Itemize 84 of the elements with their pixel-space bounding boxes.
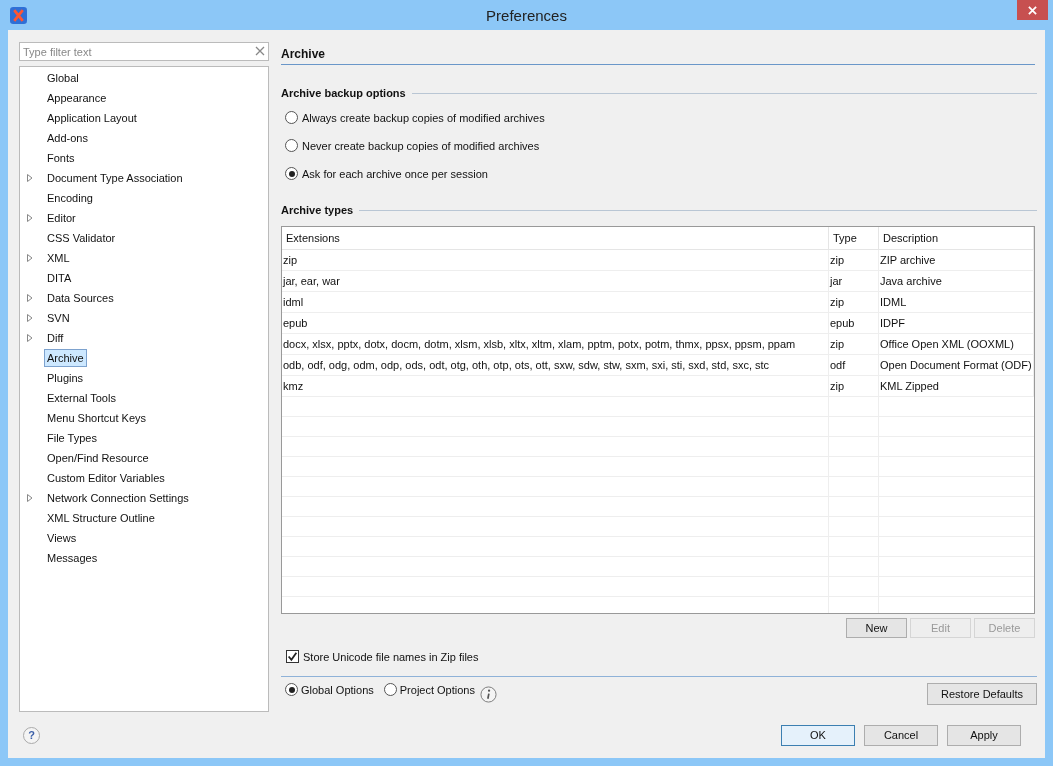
tree-item[interactable]: Encoding bbox=[44, 189, 96, 207]
table-cell: KML Zipped bbox=[879, 376, 1034, 396]
tree-item[interactable]: Archive bbox=[44, 349, 87, 367]
tree-item[interactable]: SVN bbox=[44, 309, 73, 327]
radio-icon[interactable] bbox=[285, 111, 298, 124]
section-heading: Archive types bbox=[281, 204, 354, 216]
expand-arrow-icon[interactable] bbox=[27, 214, 33, 222]
table-cell: epub bbox=[282, 313, 829, 333]
radio-icon[interactable] bbox=[285, 683, 298, 696]
tree-item[interactable]: CSS Validator bbox=[44, 229, 119, 247]
dialog-button[interactable]: OK bbox=[781, 724, 855, 746]
tree-item[interactable]: Messages bbox=[44, 549, 101, 567]
tree-item[interactable]: Editor bbox=[44, 209, 79, 227]
window-title: Preferences bbox=[485, 6, 568, 24]
expand-arrow-icon[interactable] bbox=[27, 254, 33, 262]
table-cell: Office Open XML (OOXML) bbox=[879, 334, 1034, 354]
restore-defaults-button[interactable]: Restore Defaults bbox=[927, 683, 1037, 705]
expand-arrow-icon[interactable] bbox=[27, 494, 33, 502]
table-action-button[interactable]: New bbox=[846, 618, 907, 638]
tree-item[interactable]: Network Connection Settings bbox=[44, 489, 192, 507]
radio-option[interactable]: Project Options bbox=[383, 683, 475, 696]
tree-item[interactable]: Custom Editor Variables bbox=[44, 469, 168, 487]
tree-item[interactable]: Menu Shortcut Keys bbox=[44, 409, 150, 427]
app-logo-icon bbox=[10, 6, 27, 24]
table-cell: kmz bbox=[282, 376, 829, 396]
table-cell: docx, xlsx, pptx, dotx, docm, dotm, xlsm, xlsb, xltx, xltm, xlam, pptm, potx, potm, thmx, ppsx, ppsm, ppam bbox=[282, 334, 829, 354]
expand-arrow-icon[interactable] bbox=[27, 174, 33, 182]
tree-item[interactable]: Add-ons bbox=[44, 129, 91, 147]
table-cell: zip bbox=[829, 250, 879, 270]
column-header[interactable]: Description bbox=[879, 227, 1034, 249]
close-icon bbox=[1028, 5, 1037, 15]
tree-item[interactable]: XML bbox=[44, 249, 73, 267]
tree-item[interactable]: External Tools bbox=[44, 389, 119, 407]
tree-item[interactable]: DITA bbox=[44, 269, 75, 287]
table-cell: idml bbox=[282, 292, 829, 312]
column-header[interactable]: Extensions bbox=[282, 227, 829, 249]
radio-icon[interactable] bbox=[383, 683, 397, 696]
filter-field[interactable]: Type filter text bbox=[19, 42, 269, 61]
radio-option[interactable]: Global Options bbox=[285, 683, 374, 696]
tree-item[interactable]: Views bbox=[44, 529, 80, 547]
clear-icon[interactable] bbox=[255, 46, 265, 56]
expand-arrow-icon[interactable] bbox=[27, 314, 33, 322]
tree-item[interactable]: Open/Find Resource bbox=[44, 449, 152, 467]
expand-arrow-icon[interactable] bbox=[27, 294, 33, 302]
tree-item[interactable]: Application Layout bbox=[44, 109, 140, 127]
table-cell: zip bbox=[829, 334, 879, 354]
tree-item[interactable]: Appearance bbox=[44, 89, 110, 107]
expand-arrow-icon[interactable] bbox=[27, 334, 33, 342]
table-cell: jar, ear, war bbox=[282, 271, 829, 291]
table-cell: odb, odf, odg, odm, odp, ods, odt, otg, oth, otp, ots, ott, sxw, sdw, stw, sxm, sxi, sti, sxd, std, sxc, stc bbox=[282, 355, 829, 375]
table-cell: odf bbox=[829, 355, 879, 375]
dialog-button[interactable]: Apply bbox=[947, 724, 1021, 746]
table-cell: Open Document Format (ODF) bbox=[879, 355, 1034, 375]
table-cell: IDPF bbox=[879, 313, 1034, 333]
radio-option[interactable]: Ask for each archive once per session bbox=[285, 167, 488, 180]
column-header[interactable]: Type bbox=[829, 227, 879, 249]
table-cell: ZIP archive bbox=[879, 250, 1034, 270]
tree-item[interactable]: Fonts bbox=[44, 149, 78, 167]
table-cell: zip bbox=[282, 250, 829, 270]
help-icon[interactable]: ? bbox=[23, 726, 40, 744]
radio-option[interactable]: Always create backup copies of modified archives bbox=[285, 111, 545, 124]
info-icon[interactable] bbox=[479, 685, 497, 703]
radio-option[interactable]: Never create backup copies of modified archives bbox=[285, 139, 540, 152]
tree-item[interactable]: Data Sources bbox=[44, 289, 117, 307]
checkbox-icon[interactable] bbox=[286, 650, 299, 663]
table-cell: zip bbox=[829, 376, 879, 396]
tree-item[interactable]: Document Type Association bbox=[44, 169, 186, 187]
table-cell: Java archive bbox=[879, 271, 1034, 291]
section-heading: Archive backup options bbox=[281, 87, 406, 99]
close-button[interactable] bbox=[1017, 0, 1048, 20]
table-cell: zip bbox=[829, 292, 879, 312]
table-cell: jar bbox=[829, 271, 879, 291]
unicode-checkbox[interactable]: Store Unicode file names in Zip files bbox=[286, 650, 479, 663]
tree-item[interactable]: XML Structure Outline bbox=[44, 509, 158, 527]
dialog-button[interactable]: Cancel bbox=[864, 724, 938, 746]
tree-item[interactable]: Diff bbox=[44, 329, 67, 347]
tree-item[interactable]: Global bbox=[44, 69, 82, 87]
radio-icon[interactable] bbox=[285, 167, 298, 180]
radio-icon[interactable] bbox=[285, 139, 298, 152]
page-title: Archive bbox=[281, 42, 1035, 65]
tree-item[interactable]: Plugins bbox=[44, 369, 87, 387]
table-cell: epub bbox=[829, 313, 879, 333]
table-cell: IDML bbox=[879, 292, 1034, 312]
tree-item[interactable]: File Types bbox=[44, 429, 100, 447]
